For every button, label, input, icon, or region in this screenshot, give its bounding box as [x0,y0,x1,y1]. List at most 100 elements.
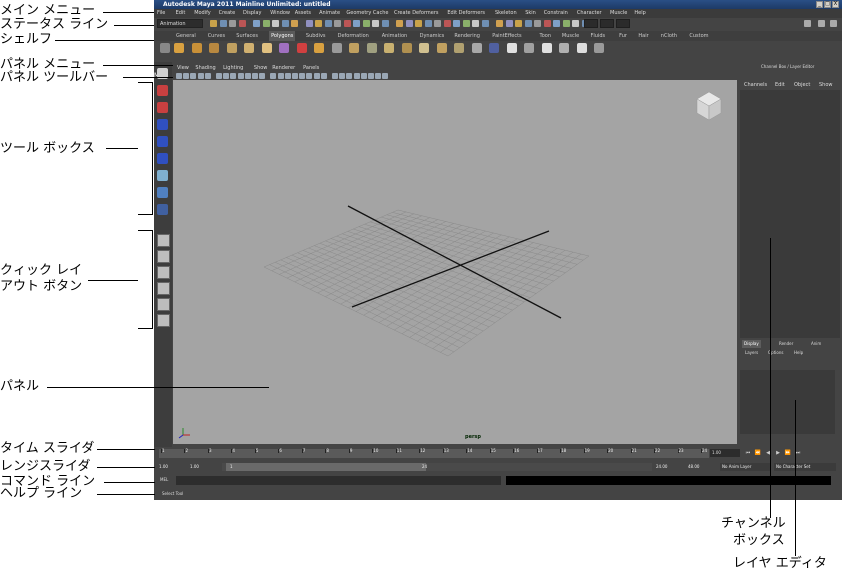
panel-tool-icon[interactable] [346,73,353,79]
status-tool-icon[interactable] [362,20,370,27]
menu-item-muscle[interactable]: Muscle [610,9,627,18]
status-tool-icon[interactable] [481,20,489,27]
menu-item-edit[interactable]: Edit [176,9,186,18]
status-tool-icon[interactable] [334,20,341,27]
command-input[interactable] [176,476,501,485]
status-tool-icon[interactable] [262,20,270,27]
tab-ncloth[interactable]: nCloth [659,31,679,41]
shelf-tool-icon[interactable] [576,43,587,53]
panel-tool-icon[interactable] [183,73,190,79]
panel-tool-icon[interactable] [306,73,313,79]
status-tool-icon[interactable] [415,20,422,27]
playback-end-field[interactable]: 24.00 [654,463,684,471]
menu-item-display[interactable]: Display [243,9,261,18]
status-tool-icon[interactable] [543,20,551,27]
panel-tool-icon[interactable] [216,73,222,79]
shelf-tool-icon[interactable] [209,43,219,53]
layer-tab-render[interactable]: Render [777,340,795,348]
panel-tool-icon[interactable] [252,73,258,79]
panel-tool-icon[interactable] [382,73,389,79]
status-tool-icon[interactable] [210,20,217,27]
panel-tool-icon[interactable] [270,73,277,79]
menu-item-file[interactable]: File [157,9,165,18]
toggle-icon[interactable] [830,20,837,27]
tab-painteffects[interactable]: PaintEffects [490,31,523,41]
channel-box-area[interactable] [740,90,840,338]
status-tool-icon[interactable] [496,20,503,27]
status-field[interactable] [600,19,614,28]
menu-item-skeleton[interactable]: Skeleton [495,9,517,18]
layer-menu-layers[interactable]: Layers [745,349,758,357]
time-slider[interactable]: 1 2 3 4 5 6 7 8 9 10 11 12 13 14 15 16 17 18 19 20 21 22 23 24 … [154,447,842,461]
panel-tool-icon[interactable] [284,73,291,79]
status-tool-icon[interactable] [353,20,360,27]
status-tool-icon[interactable] [305,20,313,27]
tab-curves[interactable]: Curves [206,31,227,41]
panel-menu-panels[interactable]: Panels [303,64,319,72]
status-tool-icon[interactable] [505,20,513,27]
status-tool-icon[interactable] [424,20,432,27]
panel-tool-icon[interactable] [230,73,237,79]
panel-menu-renderer[interactable]: Renderer [272,64,295,72]
layer-menu-help[interactable]: Help [794,349,803,357]
menu-item-geometry-cache[interactable]: Geometry Cache [346,9,388,18]
shelf-tool-icon[interactable] [366,43,377,53]
status-tool-icon[interactable] [515,20,522,27]
channel-menu-edit[interactable]: Edit [775,81,785,89]
shelf-tool-icon[interactable] [436,43,447,53]
tab-toon[interactable]: Toon [538,31,554,41]
panel-tool-icon[interactable] [299,73,306,79]
shelf-tool-icon[interactable] [349,43,359,53]
menu-item-skin[interactable]: Skin [525,9,536,18]
panel-tool-icon[interactable] [197,73,204,79]
go-to-start-icon[interactable]: ⏮ [744,450,752,457]
panel-tool-icon[interactable] [313,73,320,79]
menu-item-create-deformers[interactable]: Create Deformers [394,9,439,18]
panel-tool-icon[interactable] [368,73,374,79]
tab-deformation[interactable]: Deformation [336,31,371,41]
lasso-tool-icon[interactable] [157,85,168,96]
shelf-tool-icon[interactable] [454,43,464,53]
status-tool-icon[interactable] [534,20,541,27]
viewport-panel[interactable]: persp [173,80,737,444]
panel-tool-icon[interactable] [277,73,284,79]
command-language-label[interactable]: MEL [160,477,168,482]
menu-item-create[interactable]: Create [219,9,236,18]
layer-tab-anim[interactable]: Anim [809,340,823,348]
time-slider-track[interactable]: 1 2 3 4 5 6 7 8 9 10 11 12 13 14 15 16 17 18 19 20 21 22 23 24 [159,448,709,458]
menu-item-assets[interactable]: Assets [295,9,311,18]
shelf-tool-icon[interactable] [401,43,412,53]
minimize-button[interactable]: _ [816,1,823,8]
channel-menu-object[interactable]: Object [794,81,810,89]
anim-layer-field[interactable]: No Anim Layer [720,463,770,471]
status-tool-icon[interactable] [253,20,260,27]
quick-layout-button[interactable] [157,298,170,311]
menu-item-window[interactable]: Window [270,9,290,18]
shelf-tool-icon[interactable] [279,43,289,53]
panel-tool-icon[interactable] [332,73,338,79]
channel-menu-channels[interactable]: Channels [744,81,767,89]
menu-item-character[interactable]: Character [577,9,602,18]
render-view-icon[interactable] [804,20,811,27]
status-tool-icon[interactable] [562,20,570,27]
panel-tool-icon[interactable] [360,73,367,79]
range-bar[interactable]: 1 24 [222,463,652,471]
quick-layout-button[interactable] [157,314,170,327]
panel-tool-icon[interactable] [237,73,244,79]
shelf-tool-icon[interactable] [559,43,569,53]
status-tool-icon[interactable] [315,20,322,27]
panel-menu-lighting[interactable]: Lighting [223,64,243,72]
menu-item-modify[interactable]: Modify [194,9,211,18]
menu-item-edit-deformers[interactable]: Edit Deformers [447,9,485,18]
status-tool-icon[interactable] [381,20,389,27]
tab-muscle[interactable]: Muscle [560,31,581,41]
quick-layout-button[interactable] [157,266,170,279]
tab-subdivs[interactable]: Subdivs [304,31,328,41]
status-tool-icon[interactable] [434,20,441,27]
shelf-tool-icon[interactable] [261,43,272,53]
maximize-button[interactable]: □ [824,1,831,8]
menu-item-animate[interactable]: Animate [319,9,340,18]
tab-dynamics[interactable]: Dynamics [418,31,447,41]
tab-custom[interactable]: Custom [687,31,710,41]
paint-select-icon[interactable] [157,102,168,113]
